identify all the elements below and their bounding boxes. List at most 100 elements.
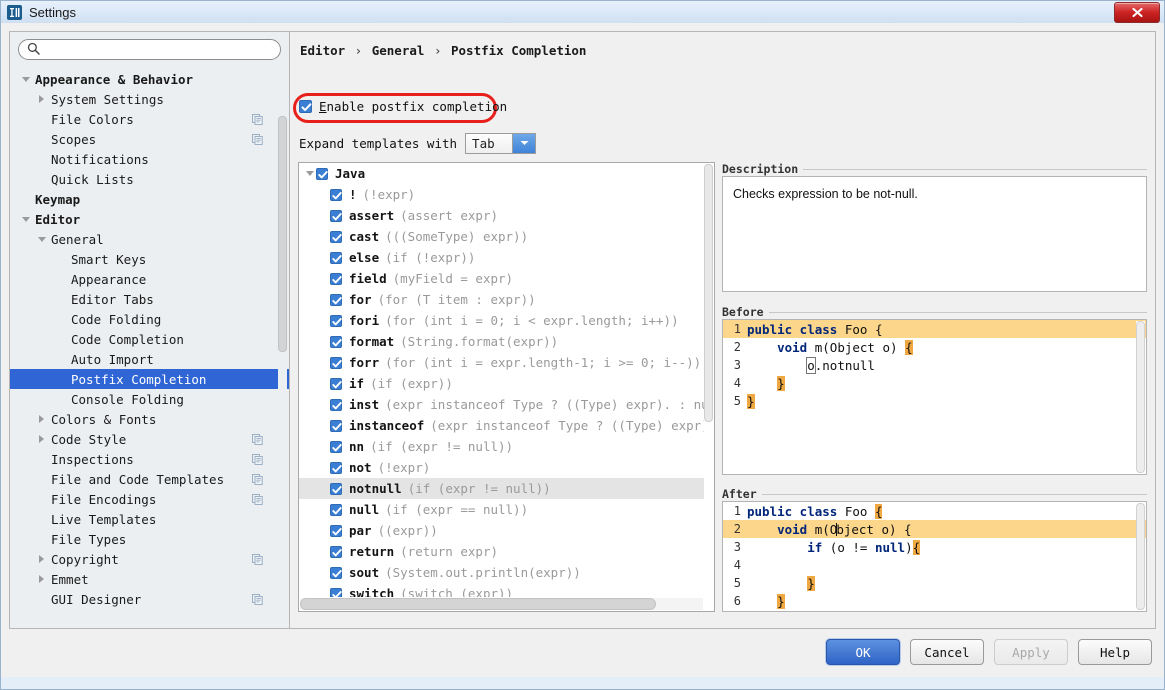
template-row[interactable]: switch(switch (expr)) — [299, 583, 704, 597]
template-checkbox[interactable] — [330, 420, 342, 432]
template-row[interactable]: instanceof(expr instanceof Type ? ((Type… — [299, 415, 704, 436]
sidebar-item-postfix-completion[interactable]: Postfix Completion — [10, 369, 289, 389]
chevron-down-icon[interactable] — [304, 168, 315, 179]
templates-horizontal-scrollbar-thumb[interactable] — [300, 598, 656, 610]
sidebar-item-file-types[interactable]: File Types — [10, 529, 289, 549]
breadcrumb-item[interactable]: General — [372, 43, 425, 58]
after-code-scrollbar[interactable] — [1136, 503, 1145, 610]
sidebar-item-emmet[interactable]: Emmet — [10, 569, 289, 589]
chevron-down-icon[interactable] — [512, 134, 535, 153]
cancel-button[interactable]: Cancel — [910, 639, 984, 665]
template-row[interactable]: nn(if (expr != null)) — [299, 436, 704, 457]
template-checkbox[interactable] — [330, 588, 342, 598]
sidebar-item-general[interactable]: General — [10, 229, 289, 249]
breadcrumb-item[interactable]: Editor — [300, 43, 345, 58]
search-box[interactable] — [18, 39, 281, 60]
template-row[interactable]: else(if (!expr)) — [299, 247, 704, 268]
sidebar-item-code-style[interactable]: Code Style — [10, 429, 289, 449]
template-checkbox[interactable] — [330, 399, 342, 411]
template-row[interactable]: par((expr)) — [299, 520, 704, 541]
chevron-down-icon[interactable] — [20, 74, 31, 85]
after-code-scrollbar-thumb[interactable] — [1136, 503, 1145, 610]
sidebar-item-editor-tabs[interactable]: Editor Tabs — [10, 289, 289, 309]
help-button[interactable]: Help — [1078, 639, 1152, 665]
close-button[interactable] — [1114, 2, 1160, 23]
sidebar-item-file-and-code-templates[interactable]: File and Code Templates — [10, 469, 289, 489]
template-row[interactable]: Java — [299, 163, 704, 184]
template-checkbox[interactable] — [330, 567, 342, 579]
sidebar-scrollbar[interactable] — [278, 70, 287, 624]
copy-settings-icon[interactable] — [252, 433, 263, 448]
template-row[interactable]: sout(System.out.println(expr)) — [299, 562, 704, 583]
template-checkbox[interactable] — [330, 273, 342, 285]
template-checkbox[interactable] — [330, 483, 342, 495]
template-checkbox[interactable] — [330, 315, 342, 327]
sidebar-item-copyright[interactable]: Copyright — [10, 549, 289, 569]
postfix-templates-listbox[interactable]: Java!(!expr)assert(assert expr)cast(((So… — [298, 162, 715, 612]
sidebar-item-smart-keys[interactable]: Smart Keys — [10, 249, 289, 269]
templates-horizontal-scrollbar[interactable] — [300, 598, 703, 610]
enable-postfix-completion-checkbox[interactable] — [299, 100, 312, 113]
chevron-right-icon[interactable] — [36, 414, 47, 425]
sidebar-item-editor[interactable]: Editor — [10, 209, 289, 229]
templates-vertical-scrollbar-thumb[interactable] — [704, 164, 713, 422]
sidebar-item-system-settings[interactable]: System Settings — [10, 89, 289, 109]
chevron-right-icon[interactable] — [36, 574, 47, 585]
template-row[interactable]: for(for (T item : expr)) — [299, 289, 704, 310]
template-row[interactable]: field(myField = expr) — [299, 268, 704, 289]
template-checkbox[interactable] — [330, 357, 342, 369]
sidebar-item-file-encodings[interactable]: File Encodings — [10, 489, 289, 509]
template-checkbox[interactable] — [330, 231, 342, 243]
template-checkbox[interactable] — [330, 504, 342, 516]
sidebar-item-appearance-behavior[interactable]: Appearance & Behavior — [10, 69, 289, 89]
template-checkbox[interactable] — [330, 441, 342, 453]
copy-settings-icon[interactable] — [252, 493, 263, 508]
sidebar-item-quick-lists[interactable]: Quick Lists — [10, 169, 289, 189]
template-checkbox[interactable] — [330, 189, 342, 201]
sidebar-item-keymap[interactable]: Keymap — [10, 189, 289, 209]
template-checkbox[interactable] — [330, 462, 342, 474]
template-checkbox[interactable] — [330, 525, 342, 537]
sidebar-item-console-folding[interactable]: Console Folding — [10, 389, 289, 409]
ok-button[interactable]: OK — [826, 639, 900, 665]
chevron-right-icon[interactable] — [36, 434, 47, 445]
template-row[interactable]: return(return expr) — [299, 541, 704, 562]
sidebar-item-colors-fonts[interactable]: Colors & Fonts — [10, 409, 289, 429]
breadcrumb-item[interactable]: Postfix Completion — [451, 43, 586, 58]
copy-settings-icon[interactable] — [252, 593, 263, 608]
chevron-down-icon[interactable] — [36, 234, 47, 245]
template-checkbox[interactable] — [330, 252, 342, 264]
template-checkbox[interactable] — [330, 210, 342, 222]
template-row[interactable]: not(!expr) — [299, 457, 704, 478]
enable-postfix-completion-row[interactable]: Enable postfix completion — [299, 94, 507, 118]
template-row[interactable]: !(!expr) — [299, 184, 704, 205]
sidebar-item-scopes[interactable]: Scopes — [10, 129, 289, 149]
sidebar-item-inspections[interactable]: Inspections — [10, 449, 289, 469]
copy-settings-icon[interactable] — [252, 553, 263, 568]
template-row[interactable]: inst(expr instanceof Type ? ((Type) expr… — [299, 394, 704, 415]
template-checkbox[interactable] — [330, 546, 342, 558]
template-row[interactable]: cast(((SomeType) expr)) — [299, 226, 704, 247]
sidebar-item-file-colors[interactable]: File Colors — [10, 109, 289, 129]
template-row[interactable]: notnull(if (expr != null)) — [299, 478, 704, 499]
chevron-right-icon[interactable] — [36, 554, 47, 565]
copy-settings-icon[interactable] — [252, 113, 263, 128]
sidebar-item-notifications[interactable]: Notifications — [10, 149, 289, 169]
chevron-right-icon[interactable] — [36, 94, 47, 105]
sidebar-item-auto-import[interactable]: Auto Import — [10, 349, 289, 369]
copy-settings-icon[interactable] — [252, 473, 263, 488]
expand-templates-select[interactable]: Tab — [465, 133, 536, 154]
template-checkbox[interactable] — [316, 168, 328, 180]
search-input[interactable] — [44, 42, 272, 58]
template-checkbox[interactable] — [330, 294, 342, 306]
template-row[interactable]: format(String.format(expr)) — [299, 331, 704, 352]
template-row[interactable]: assert(assert expr) — [299, 205, 704, 226]
templates-vertical-scrollbar[interactable] — [704, 164, 713, 596]
template-checkbox[interactable] — [330, 336, 342, 348]
template-row[interactable]: if(if (expr)) — [299, 373, 704, 394]
template-row[interactable]: null(if (expr == null)) — [299, 499, 704, 520]
template-row[interactable]: fori(for (int i = 0; i < expr.length; i+… — [299, 310, 704, 331]
template-row[interactable]: forr(for (int i = expr.length-1; i >= 0;… — [299, 352, 704, 373]
before-code-scrollbar-thumb[interactable] — [1136, 321, 1145, 473]
sidebar-item-gui-designer[interactable]: GUI Designer — [10, 589, 289, 609]
